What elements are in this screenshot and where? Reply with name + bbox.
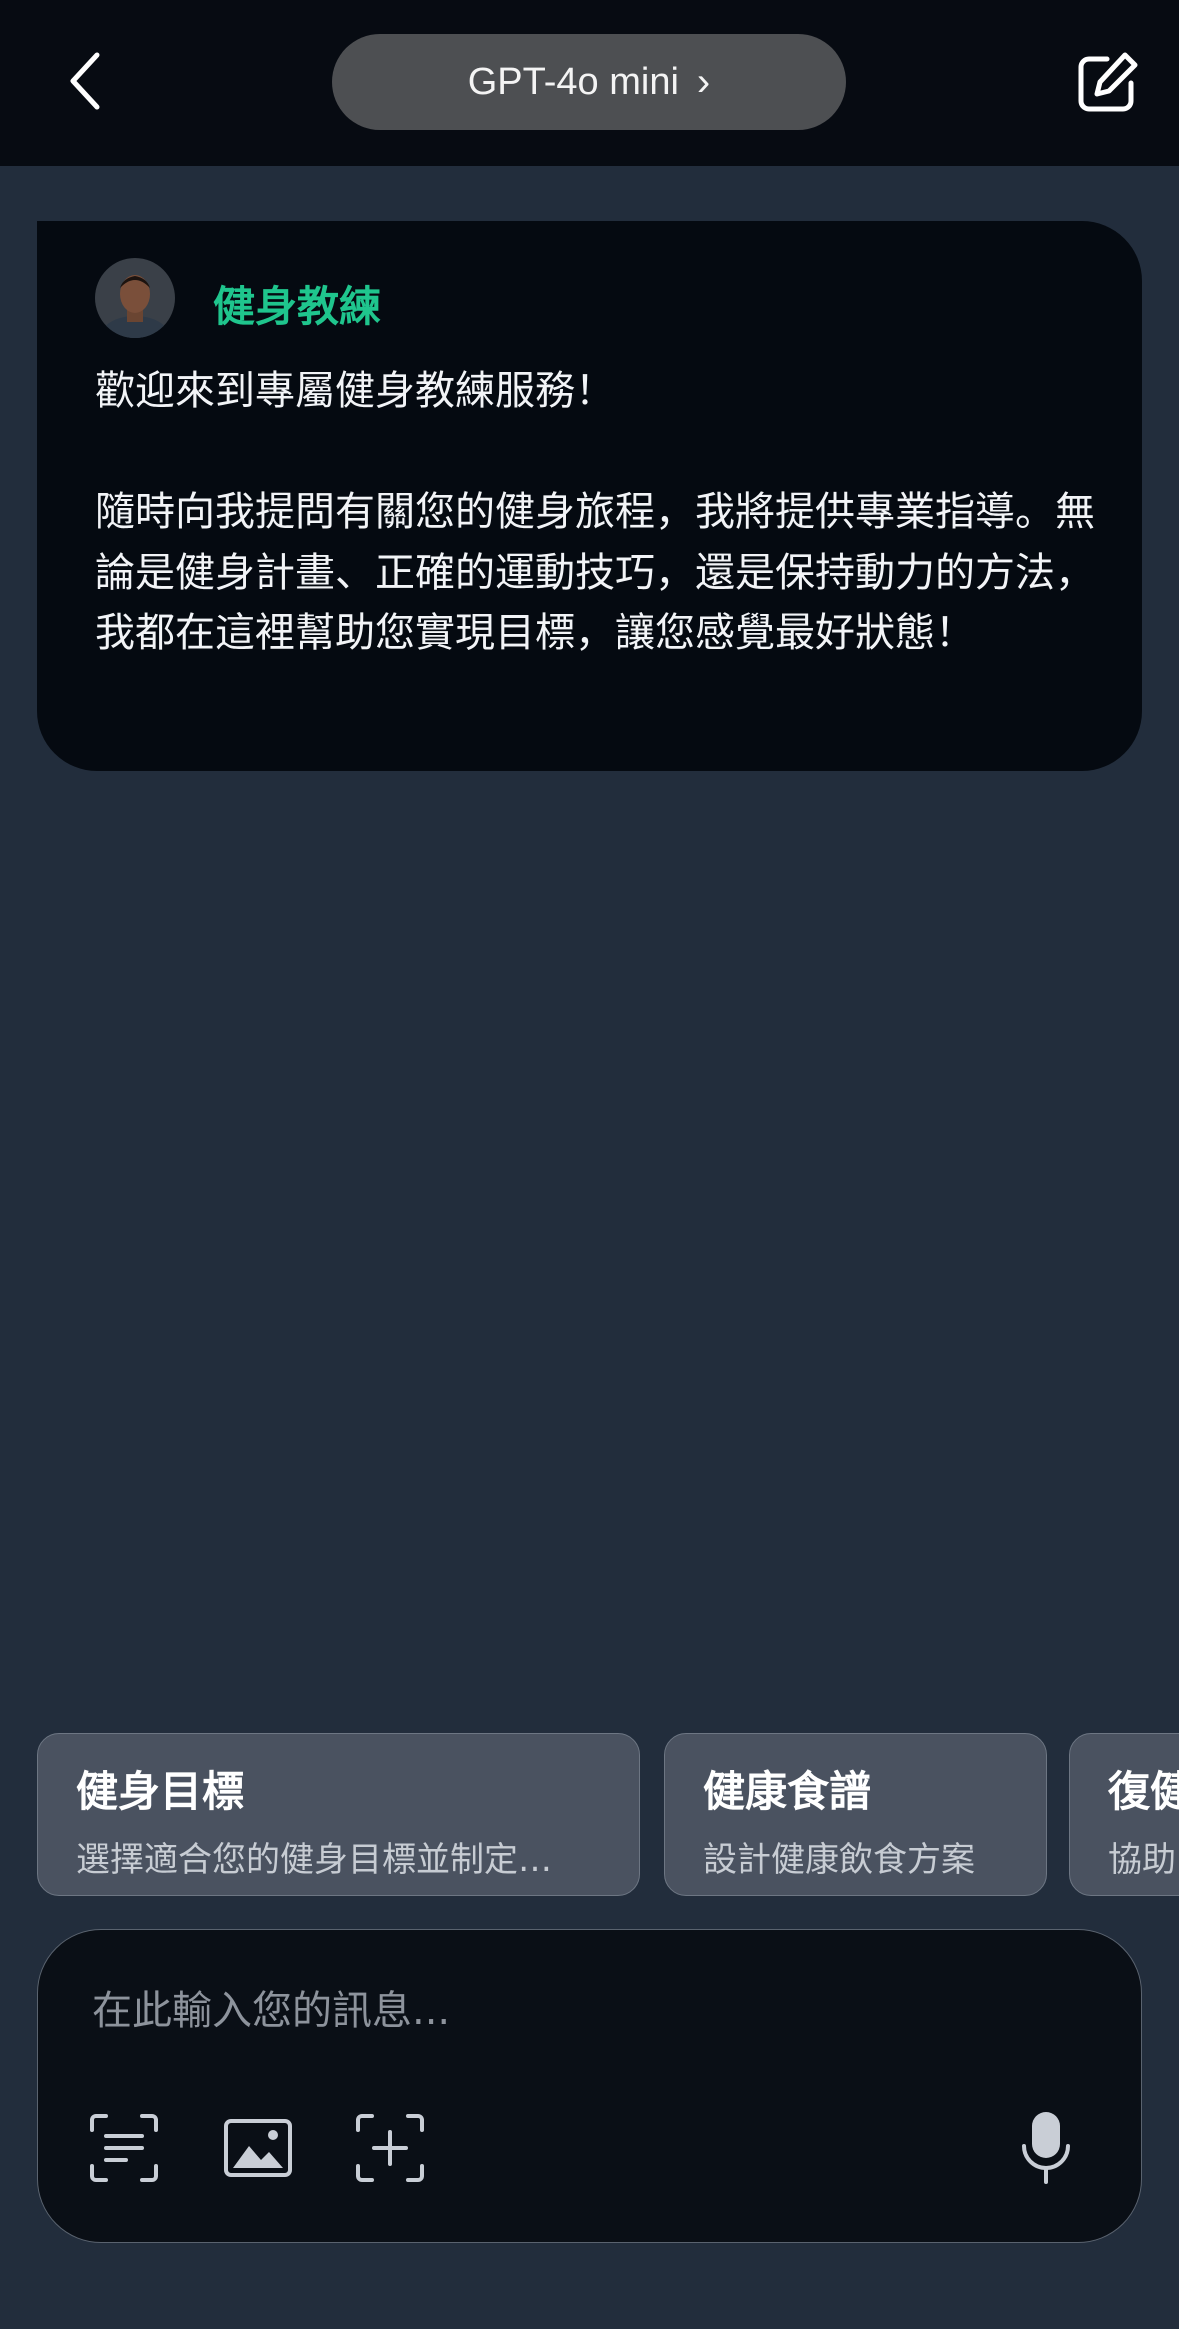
bot-message-bubble: 健身教練 歡迎來到專屬健身教練服務！ 隨時向我提問有關您的健身旅程，我將提供專業…: [37, 221, 1142, 771]
image-icon: [224, 2119, 292, 2177]
bot-message-text: 歡迎來到專屬健身教練服務！ 隨時向我提問有關您的健身旅程，我將提供專業指導。無論…: [95, 368, 1095, 656]
bot-name: 健身教練: [213, 282, 382, 331]
avatar: [95, 258, 175, 338]
text-scan-icon: [90, 2114, 158, 2182]
suggestion-list: 健身目標 選擇適合您的健身目標並制定… 健康食譜 設計健康飲食方案 復健 協助: [37, 1733, 1179, 1898]
new-chat-button[interactable]: [1070, 46, 1144, 120]
suggestion-title: 健康食譜: [703, 1767, 872, 1816]
top-bar: GPT-4o mini ›: [0, 0, 1179, 166]
add-frame-icon: [356, 2114, 424, 2182]
back-button[interactable]: [52, 48, 118, 114]
suggestion-subtitle: 設計健康飲食方案: [703, 1840, 975, 1880]
model-selector[interactable]: GPT-4o mini ›: [332, 34, 846, 130]
chevron-right-icon: ›: [696, 59, 711, 104]
suggestion-chip-fitness-goal[interactable]: 健身目標 選擇適合您的健身目標並制定…: [37, 1733, 640, 1896]
add-attachment-button[interactable]: [352, 2110, 428, 2186]
chevron-left-icon: [70, 52, 100, 110]
voice-input-button[interactable]: [1008, 2110, 1084, 2186]
suggestion-subtitle: 協助: [1108, 1840, 1176, 1880]
model-name: GPT-4o mini: [467, 60, 679, 103]
suggestion-title: 復健: [1108, 1767, 1179, 1816]
suggestion-chip-rehab[interactable]: 復健 協助: [1069, 1733, 1179, 1896]
message-input[interactable]: [90, 1970, 1074, 2052]
edit-icon: [1078, 52, 1138, 112]
message-composer: [37, 1929, 1142, 2243]
suggestion-title: 健身目標: [76, 1767, 245, 1816]
suggestion-subtitle: 選擇適合您的健身目標並制定…: [76, 1840, 552, 1880]
suggestion-chip-healthy-recipe[interactable]: 健康食譜 設計健康飲食方案: [664, 1733, 1047, 1896]
image-upload-button[interactable]: [220, 2110, 296, 2186]
text-scan-button[interactable]: [86, 2110, 162, 2186]
microphone-icon: [1022, 2112, 1070, 2184]
